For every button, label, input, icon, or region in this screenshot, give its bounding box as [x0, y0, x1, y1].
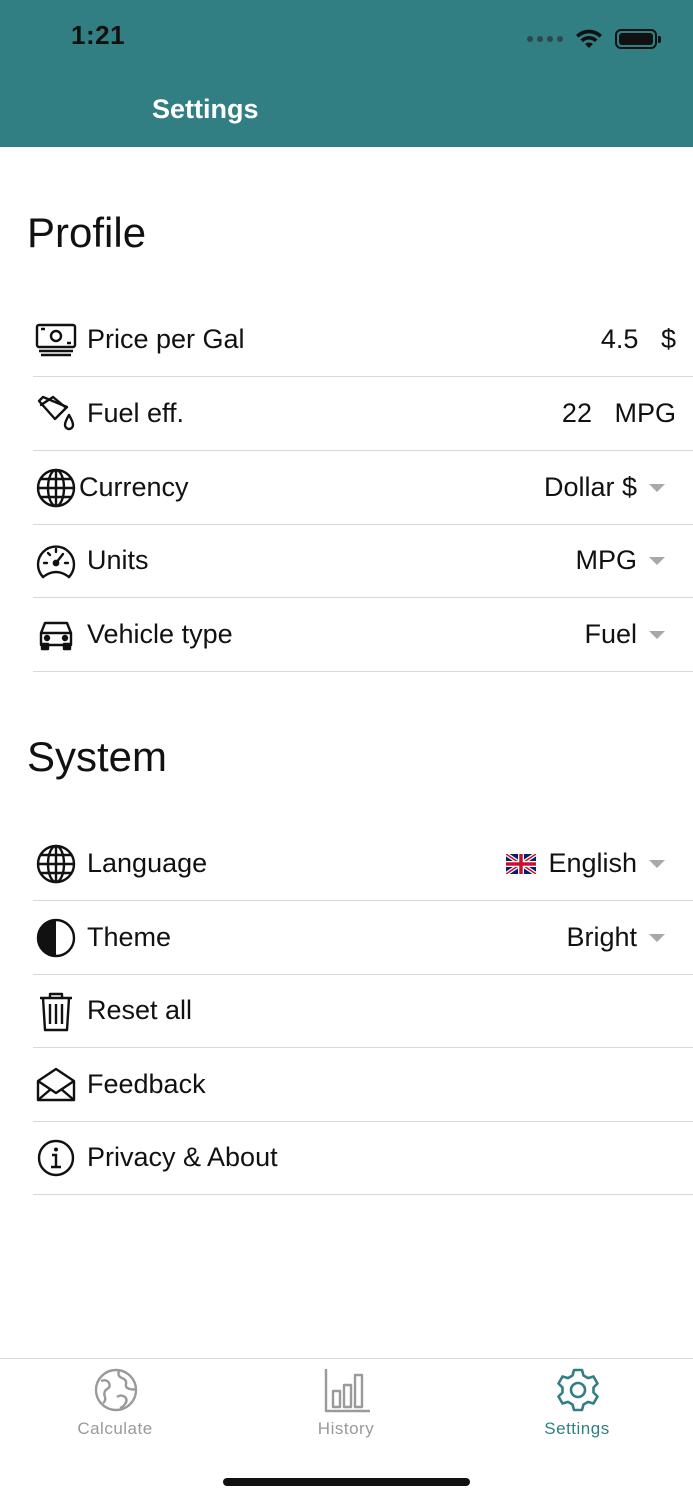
- language-label: Language: [87, 848, 208, 878]
- setting-row-theme[interactable]: Theme Bright: [33, 901, 693, 975]
- envelope-icon: [35, 1065, 77, 1105]
- currency-label: Currency: [79, 472, 189, 502]
- chevron-down-icon[interactable]: [649, 933, 665, 942]
- status-time: 1:21: [71, 20, 126, 50]
- uk-flag-icon: [506, 853, 537, 874]
- fuel-efficiency-input[interactable]: 22 MPG: [562, 377, 676, 450]
- info-icon: [35, 1138, 77, 1178]
- price-input[interactable]: 4.5 $: [601, 303, 676, 376]
- setting-row-currency[interactable]: Currency Dollar $: [33, 451, 693, 525]
- setting-row-privacy-about[interactable]: Privacy & About: [33, 1121, 693, 1195]
- tab-history[interactable]: History: [246, 1359, 446, 1459]
- theme-label: Theme: [87, 922, 172, 952]
- car-icon: [35, 615, 77, 655]
- theme-selected[interactable]: Bright: [566, 901, 637, 974]
- tab-settings-label[interactable]: Settings: [477, 1419, 677, 1439]
- currency-dropdown[interactable]: Dollar $: [544, 451, 665, 524]
- price-value[interactable]: 4.5: [601, 324, 639, 354]
- chevron-down-icon[interactable]: [649, 556, 665, 565]
- theme-dropdown[interactable]: Bright: [566, 901, 665, 974]
- setting-row-units[interactable]: Units MPG: [33, 524, 693, 598]
- privacy-about-label: Privacy & About: [87, 1142, 278, 1172]
- units-label: Units: [87, 545, 149, 575]
- section-title-system: System: [27, 733, 168, 780]
- language-selected[interactable]: English: [548, 827, 637, 900]
- cellular-signal-icon: [527, 36, 563, 42]
- gear-icon[interactable]: [555, 1367, 601, 1413]
- battery-icon: [615, 29, 661, 49]
- fuel-can-icon: [35, 394, 77, 434]
- fuel-efficiency-value[interactable]: 22: [562, 398, 592, 428]
- tab-settings[interactable]: Settings: [477, 1359, 677, 1459]
- language-dropdown[interactable]: English: [506, 827, 665, 900]
- page-title: Settings: [152, 94, 259, 124]
- vehicle-type-dropdown[interactable]: Fuel: [584, 598, 665, 671]
- currency-selected[interactable]: Dollar $: [544, 451, 637, 524]
- tab-calculate[interactable]: Calculate: [15, 1359, 215, 1459]
- half-circle-icon: [35, 918, 77, 958]
- navigation-header: 1:21 Settings: [0, 0, 693, 147]
- speedometer-icon: [35, 541, 77, 581]
- chevron-down-icon[interactable]: [649, 483, 665, 492]
- setting-row-language[interactable]: Language English: [33, 827, 693, 901]
- earth-icon[interactable]: [93, 1367, 139, 1413]
- reset-all-label: Reset all: [87, 995, 193, 1025]
- bar-chart-icon[interactable]: [324, 1367, 370, 1413]
- trash-icon: [35, 991, 77, 1032]
- vehicle-type-label: Vehicle type: [87, 619, 233, 649]
- status-icons: [527, 24, 661, 54]
- setting-row-vehicle-type[interactable]: Vehicle type Fuel: [33, 598, 693, 672]
- money-icon: [35, 320, 77, 360]
- vehicle-type-selected[interactable]: Fuel: [584, 598, 637, 671]
- setting-row-reset-all[interactable]: Reset all: [33, 974, 693, 1048]
- fuel-efficiency-label: Fuel eff.: [87, 398, 185, 428]
- section-title-profile: Profile: [27, 209, 147, 256]
- home-indicator: [223, 1478, 470, 1486]
- setting-row-feedback[interactable]: Feedback: [33, 1048, 693, 1122]
- chevron-down-icon[interactable]: [649, 859, 665, 868]
- globe-icon: [35, 468, 77, 508]
- setting-row-fuel-efficiency[interactable]: Fuel eff. 22 MPG: [33, 377, 693, 451]
- tab-calculate-label[interactable]: Calculate: [15, 1419, 215, 1439]
- feedback-label: Feedback: [87, 1069, 206, 1099]
- price-label: Price per Gal: [87, 324, 245, 354]
- globe-icon: [35, 844, 77, 884]
- units-selected[interactable]: MPG: [575, 524, 637, 597]
- chevron-down-icon[interactable]: [649, 630, 665, 639]
- wifi-icon: [576, 29, 602, 48]
- setting-row-price[interactable]: Price per Gal 4.5 $: [33, 303, 693, 377]
- units-dropdown[interactable]: MPG: [575, 524, 665, 597]
- fuel-efficiency-unit: MPG: [614, 398, 676, 428]
- tab-history-label[interactable]: History: [246, 1419, 446, 1439]
- price-unit: $: [660, 324, 676, 354]
